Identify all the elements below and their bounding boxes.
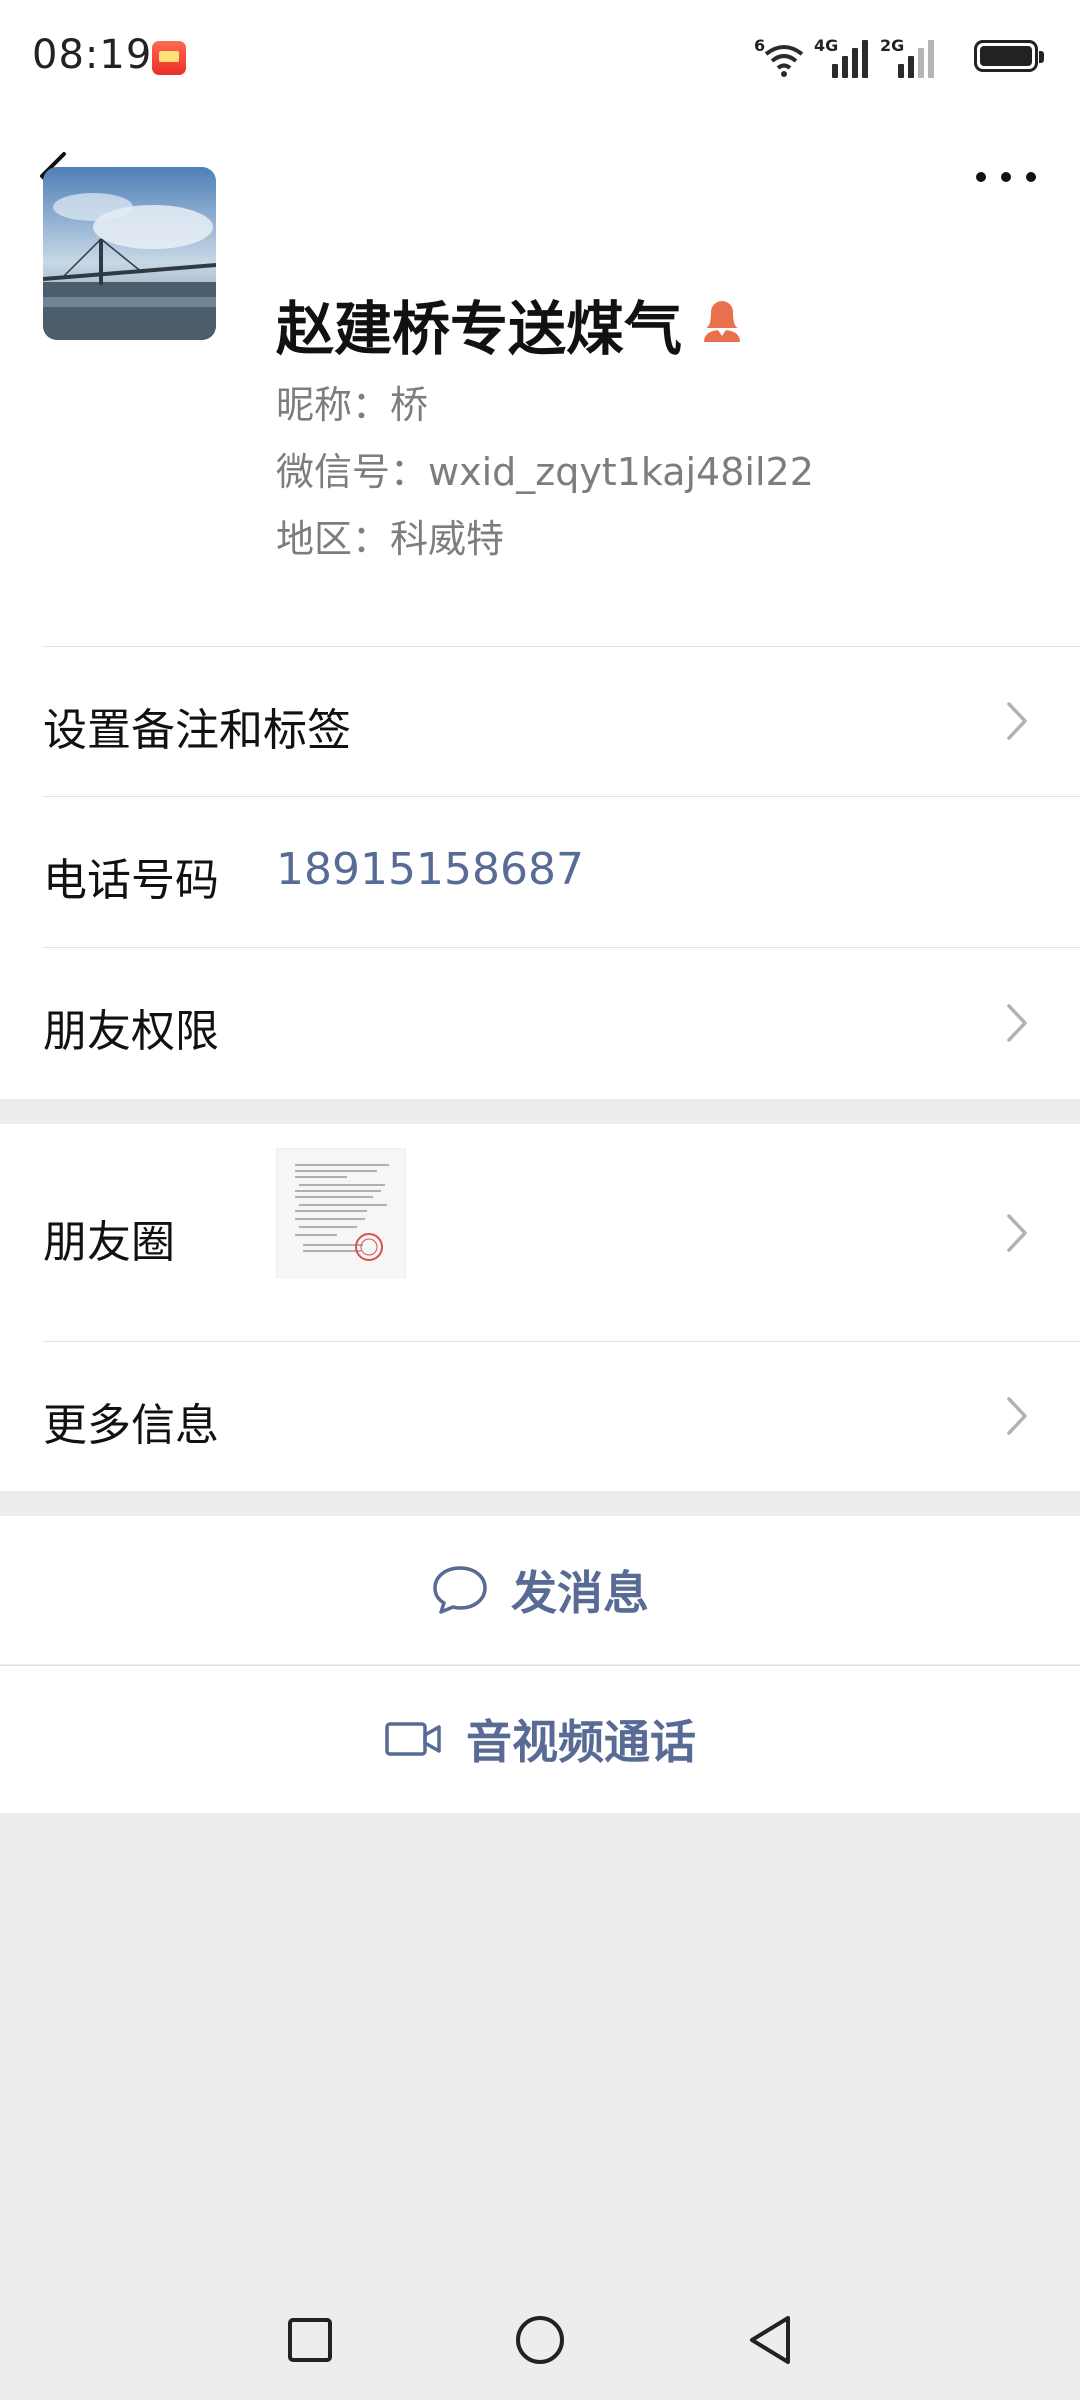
- row-label: 电话号码: [43, 855, 219, 906]
- send-message-button[interactable]: 发消息: [0, 1516, 1080, 1664]
- more-button[interactable]: [976, 160, 1036, 194]
- status-indicators: 6 4G 2G: [754, 34, 1044, 78]
- row-friend-permissions[interactable]: 朋友权限: [0, 947, 1080, 1099]
- circle-icon: [516, 2316, 564, 2364]
- chevron-right-icon: [1007, 1214, 1027, 1252]
- video-call-button[interactable]: 音视频通话: [0, 1665, 1080, 1813]
- divider: [43, 646, 1080, 647]
- row-more-info[interactable]: 更多信息: [0, 1341, 1080, 1491]
- video-camera-icon: [385, 1722, 441, 1756]
- signal-4g-icon: 4G: [814, 34, 874, 78]
- avatar[interactable]: [43, 167, 216, 340]
- system-navigation-bar: [0, 2280, 1080, 2400]
- send-message-label: 发消息: [511, 1566, 649, 1620]
- nickname: 昵称：桥: [276, 383, 429, 427]
- row-label: 更多信息: [43, 1400, 219, 1451]
- chevron-right-icon: [1007, 1397, 1027, 1435]
- divider: [43, 947, 1080, 948]
- female-icon: [700, 296, 744, 344]
- row-label: 朋友权限: [43, 1006, 219, 1057]
- home-button[interactable]: [500, 2300, 580, 2380]
- sim2-label: 2G: [880, 36, 905, 55]
- row-moments[interactable]: 朋友圈: [0, 1124, 1080, 1341]
- divider: [43, 796, 1080, 797]
- wechat-id: 微信号：wxid_zqyt1kaj48il22: [276, 450, 814, 494]
- wifi-icon: 6: [754, 34, 808, 78]
- display-name: 赵建桥专送煤气: [276, 295, 683, 363]
- square-icon: [288, 2318, 332, 2362]
- row-label: 朋友圈: [43, 1217, 175, 1268]
- sim1-label: 4G: [814, 36, 839, 55]
- more-dots-icon: [976, 172, 986, 182]
- moments-thumbnail: [276, 1148, 406, 1278]
- video-call-label: 音视频通话: [466, 1715, 696, 1769]
- chevron-right-icon: [1007, 702, 1027, 740]
- recents-button[interactable]: [270, 2300, 350, 2380]
- row-phone[interactable]: 电话号码 18915158687: [0, 796, 1080, 947]
- region: 地区：科威特: [276, 517, 505, 561]
- system-back-button[interactable]: [730, 2300, 810, 2380]
- row-label: 设置备注和标签: [43, 705, 351, 756]
- row-remarks-tags[interactable]: 设置备注和标签: [0, 646, 1080, 796]
- chat-bubble-icon: [433, 1566, 487, 1614]
- status-time: 08:19: [32, 32, 153, 78]
- chevron-right-icon: [1007, 1004, 1027, 1042]
- divider: [43, 1341, 1080, 1342]
- phone-number[interactable]: 18915158687: [276, 844, 584, 895]
- notification-app-icon: [152, 41, 186, 75]
- signal-2g-icon: 2G: [880, 34, 940, 78]
- triangle-back-icon: [750, 2316, 790, 2364]
- status-bar: 08:19 6 4G 2G: [0, 0, 1080, 118]
- battery-icon: [974, 40, 1044, 72]
